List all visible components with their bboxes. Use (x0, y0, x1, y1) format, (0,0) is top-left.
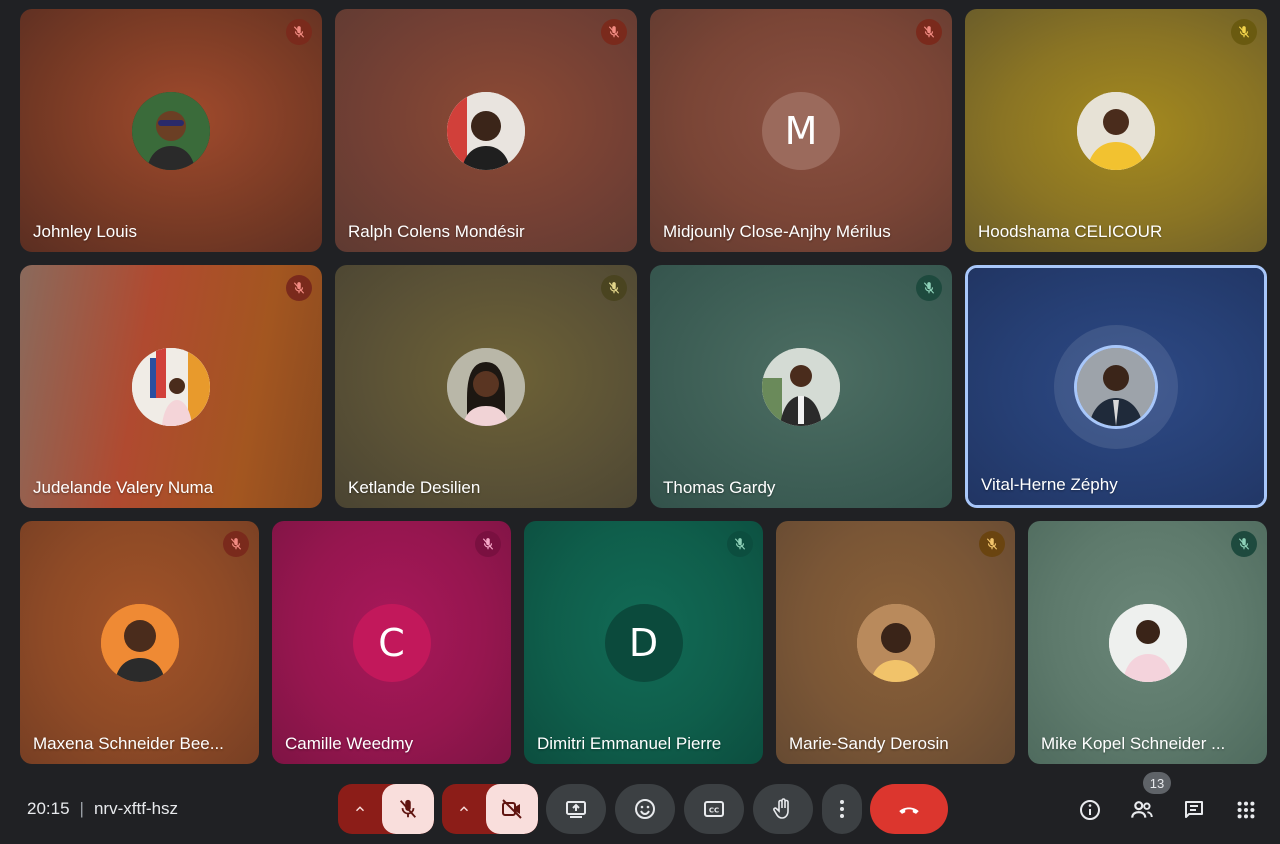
avatar: M (762, 91, 840, 170)
meeting-info-separator: | (79, 799, 84, 818)
meeting-toolbar: 20:15 | nrv-xftf-hsz CC 13 (0, 772, 1280, 844)
activities-button[interactable] (1230, 794, 1262, 826)
mic-control-group (338, 784, 434, 834)
chat-button[interactable] (1178, 794, 1210, 826)
chevron-up-icon (356, 806, 364, 812)
participant-tile[interactable]: Thomas Gardy (650, 265, 952, 508)
avatar: D (604, 603, 683, 682)
participant-name: Midjounly Close-Anjhy Mérilus (663, 222, 891, 241)
meeting-time: 20:15 (27, 799, 70, 818)
participant-tile[interactable]: D Dimitri Emmanuel Pierre (524, 521, 763, 764)
participant-name: Maxena Schneider Bee... (33, 734, 224, 753)
avatar (132, 347, 210, 426)
chevron-up-icon (460, 806, 468, 812)
closed-captions-icon: CC (704, 801, 724, 817)
camera-toggle-button[interactable] (486, 784, 538, 834)
present-screen-icon (566, 801, 586, 818)
participant-name: Vital-Herne Zéphy (981, 475, 1118, 494)
more-options-button[interactable] (822, 784, 862, 834)
avatar (447, 347, 525, 426)
mic-off-icon (601, 19, 627, 45)
mic-off-icon (727, 531, 753, 557)
participant-count-badge: 13 (1143, 772, 1171, 794)
svg-text:CC: CC (709, 807, 719, 815)
raise-hand-button[interactable] (753, 784, 813, 834)
participant-name: Ralph Colens Mondésir (348, 222, 525, 241)
call-end-icon (899, 807, 919, 814)
present-screen-button[interactable] (546, 784, 606, 834)
avatar-initial: D (628, 620, 659, 665)
participant-name: Camille Weedmy (285, 734, 414, 753)
mic-off-icon (601, 275, 627, 301)
emoji-icon (635, 799, 655, 819)
chat-icon (1185, 801, 1203, 818)
captions-button[interactable]: CC (684, 784, 744, 834)
send-reaction-button[interactable] (615, 784, 675, 834)
participant-tile[interactable]: Judelande Valery Numa (20, 265, 322, 508)
participant-name: Marie-Sandy Derosin (789, 734, 949, 753)
participant-tile[interactable]: Johnley Louis (20, 9, 322, 252)
mic-off-icon (399, 799, 417, 818)
participant-tile[interactable]: C Camille Weedmy (272, 521, 511, 764)
raise-hand-icon (773, 798, 789, 819)
video-options-button[interactable] (442, 784, 486, 834)
participant-tile[interactable]: Ketlande Desilien (335, 265, 637, 508)
participant-name: Hoodshama CELICOUR (978, 222, 1163, 241)
avatar (1108, 603, 1187, 682)
avatar (1074, 344, 1158, 429)
mic-off-icon (979, 531, 1005, 557)
avatar (132, 91, 210, 170)
videocam-off-icon (502, 799, 522, 819)
participant-tile[interactable]: Ralph Colens Mondésir (335, 9, 637, 252)
mic-off-icon (1231, 531, 1257, 557)
meeting-code: nrv-xftf-hsz (93, 799, 179, 818)
participant-tile[interactable]: Mike Kopel Schneider ... (1028, 521, 1267, 764)
microphone-toggle-button[interactable] (382, 784, 434, 834)
meeting-details-button[interactable] (1074, 794, 1106, 826)
camera-control-group (442, 784, 538, 834)
avatar (447, 91, 525, 170)
leave-call-button[interactable] (870, 784, 948, 834)
avatar-initial: C (378, 620, 405, 665)
info-icon (1080, 800, 1100, 820)
avatar (856, 603, 935, 682)
participant-name: Thomas Gardy (663, 478, 776, 497)
audio-options-button[interactable] (338, 784, 382, 834)
avatar (1077, 91, 1155, 170)
mic-off-icon (286, 19, 312, 45)
show-everyone-button[interactable] (1126, 794, 1158, 826)
participant-tile[interactable]: Marie-Sandy Derosin (776, 521, 1015, 764)
participant-name: Mike Kopel Schneider ... (1041, 734, 1226, 753)
apps-grid-icon (1237, 801, 1255, 819)
avatar-initial: M (784, 108, 818, 153)
more-vertical-icon (840, 800, 844, 818)
participant-name: Ketlande Desilien (348, 478, 481, 497)
participant-tile-active-speaker[interactable]: Vital-Herne Zéphy (965, 265, 1267, 508)
mic-off-icon (1231, 19, 1257, 45)
mic-off-icon (916, 19, 942, 45)
participant-tile[interactable]: M Midjounly Close-Anjhy Mérilus (650, 9, 952, 252)
participant-tile[interactable]: Maxena Schneider Bee... (20, 521, 259, 764)
avatar: C (352, 603, 431, 682)
participant-name: Johnley Louis (33, 222, 137, 241)
people-icon (1131, 801, 1153, 818)
avatar (762, 347, 840, 426)
mic-off-icon (916, 275, 942, 301)
participant-name: Judelande Valery Numa (33, 478, 214, 497)
mic-off-icon (286, 275, 312, 301)
participant-name: Dimitri Emmanuel Pierre (537, 734, 722, 753)
mic-off-icon (223, 531, 249, 557)
participant-tile[interactable]: Hoodshama CELICOUR (965, 9, 1267, 252)
mic-off-icon (475, 531, 501, 557)
meeting-info: 20:15 | nrv-xftf-hsz (27, 799, 178, 819)
avatar (100, 603, 179, 682)
